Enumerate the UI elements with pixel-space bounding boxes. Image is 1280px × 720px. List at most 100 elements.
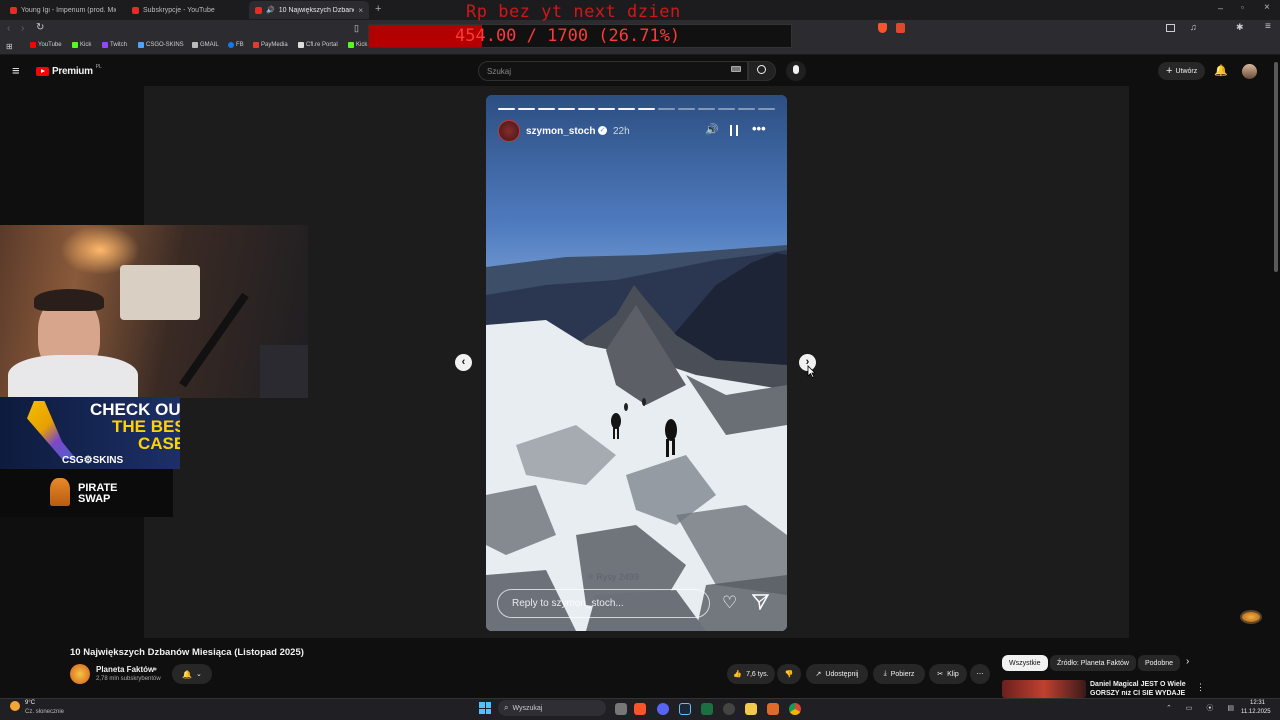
chrome-like-icon[interactable]: [789, 703, 801, 715]
back-icon[interactable]: ‹: [7, 23, 10, 34]
ad2-title-2: SWAP: [78, 493, 111, 505]
apps-grid-icon[interactable]: ⊞: [6, 42, 13, 51]
tab-active-video[interactable]: 🔊 10 Największych Dzbanów M... ×: [249, 1, 369, 19]
channel-avatar[interactable]: [70, 664, 90, 684]
story-reply-input[interactable]: Reply to szymon_stoch...: [497, 589, 710, 618]
speaker-icon: 🔊: [266, 7, 275, 14]
new-tab-icon[interactable]: +: [375, 3, 381, 15]
story-progress-segment: [658, 108, 675, 110]
file-explorer-icon[interactable]: [745, 703, 757, 715]
story-progress-segment: [518, 108, 535, 110]
share-label: Udostępnij: [825, 670, 859, 678]
more-options-icon[interactable]: •••: [752, 121, 766, 136]
youtube-logo[interactable]: Premium PL: [36, 64, 102, 77]
channel-name[interactable]: Planeta Faktów: [96, 665, 154, 674]
recommended-title-line1[interactable]: Daniel Magical JEST O Wiele: [1090, 681, 1186, 688]
bookmark-csgo-skins[interactable]: CSGO-SKINS: [138, 42, 184, 48]
story-username[interactable]: szymon_stoch: [526, 126, 595, 137]
recommended-more-icon[interactable]: ⋮: [1196, 682, 1205, 693]
bookmark-fb[interactable]: FB: [228, 42, 244, 48]
maximize-icon[interactable]: ▫: [1241, 3, 1244, 12]
menu-icon[interactable]: ≡: [1265, 21, 1271, 32]
send-icon[interactable]: [752, 594, 769, 610]
plus-icon: +: [1166, 65, 1173, 77]
clock-time[interactable]: 12:31: [1250, 700, 1265, 706]
sidebar-icon[interactable]: [1166, 24, 1175, 32]
story-previous-button[interactable]: ‹: [455, 354, 472, 371]
bookmark-youtube[interactable]: YouTube: [30, 42, 62, 48]
notifications-bell-icon[interactable]: 🔔: [1214, 64, 1228, 77]
tab-label: 10 Największych Dzbanów M...: [278, 6, 355, 14]
recommended-title-line2[interactable]: GORSZY niż CI SIE WYDAJE: [1090, 690, 1185, 698]
forward-icon[interactable]: ›: [21, 23, 24, 34]
chips-next-icon[interactable]: ›: [1186, 656, 1189, 667]
story-progress-segment: [678, 108, 695, 110]
webcam-desk: [260, 345, 308, 398]
like-button[interactable]: 👍 7,6 tys.: [727, 664, 775, 684]
kick-icon: [348, 42, 354, 48]
clip-button[interactable]: ✂ Klip: [929, 664, 967, 684]
share-icon: ↗: [815, 671, 822, 678]
hamburger-menu-icon[interactable]: ≡: [12, 63, 20, 78]
notifications-subscribe-button[interactable]: 🔔 ⌄: [172, 664, 212, 684]
app-icon[interactable]: [723, 703, 735, 715]
dislike-button[interactable]: 👎: [777, 664, 801, 684]
clock-date[interactable]: 11.12.2025: [1241, 709, 1271, 715]
bookmark-page-icon[interactable]: ▯: [354, 23, 359, 34]
chip-related[interactable]: Podobne: [1138, 655, 1181, 671]
story-progress-segment: [698, 108, 715, 110]
pause-icon[interactable]: [730, 125, 738, 136]
bookmark-kick[interactable]: Kick: [72, 42, 91, 48]
page-scrollbar[interactable]: [1274, 62, 1278, 272]
close-window-icon[interactable]: ×: [1264, 2, 1270, 13]
tab-subscriptions[interactable]: Subskrypcje - YouTube: [126, 1, 244, 19]
music-icon[interactable]: ♫: [1190, 22, 1197, 32]
bookmark-portal[interactable]: Cfl.re Portal: [298, 42, 338, 48]
like-heart-icon[interactable]: ♡: [722, 593, 737, 613]
reload-icon[interactable]: ↻: [36, 22, 44, 33]
tab-young-igi[interactable]: Young Igi - Imperium (prod. Michał ...: [4, 1, 122, 19]
obs-or-app-icon[interactable]: [767, 703, 779, 715]
story-age: 22h: [613, 126, 630, 137]
chip-from-channel[interactable]: Źródło: Planeta Faktów: [1050, 655, 1136, 671]
story-progress-segment: [538, 108, 555, 110]
weather-desc[interactable]: Cz. słonecznie: [25, 709, 64, 715]
start-windows-icon[interactable]: [479, 702, 491, 714]
youtube-logo-text: Premium: [52, 66, 93, 77]
channel-watermark-icon[interactable]: [1242, 612, 1260, 622]
close-tab-icon[interactable]: ×: [358, 6, 363, 15]
extensions-icon[interactable]: ✱: [1236, 22, 1244, 33]
task-view-icon[interactable]: [615, 703, 627, 715]
minimize-icon[interactable]: –: [1218, 3, 1223, 13]
steam-icon[interactable]: [679, 703, 691, 715]
volume-icon[interactable]: 🔊: [705, 123, 719, 136]
search-input[interactable]: Szukaj: [478, 61, 748, 81]
bookmark-kick-2[interactable]: Kick: [348, 42, 367, 48]
bookmark-paymedia[interactable]: PayMedia: [253, 42, 288, 48]
more-actions-button[interactable]: ⋯: [970, 664, 990, 684]
recommended-thumbnail[interactable]: [1002, 680, 1086, 698]
bookmark-twitch[interactable]: Twitch: [102, 42, 127, 48]
search-button[interactable]: [748, 61, 776, 81]
excel-icon[interactable]: [701, 703, 713, 715]
brave-rewards-icon[interactable]: [896, 23, 905, 33]
keyboard-icon[interactable]: [731, 66, 741, 72]
system-tray-icons[interactable]: ⌃ ▭ ⦿ ▤: [1166, 703, 1240, 713]
brave-shield-icon[interactable]: [878, 23, 887, 33]
video-title: 10 Największych Dzbanów Miesiąca (Listop…: [70, 647, 304, 658]
weather-temp[interactable]: 9°C: [25, 700, 35, 706]
mountain-snow-scene: [486, 245, 787, 631]
voice-search-button[interactable]: [786, 61, 806, 81]
share-button[interactable]: ↗ Udostępnij: [806, 664, 868, 684]
create-button[interactable]: + Utwórz: [1158, 62, 1206, 80]
weather-icon[interactable]: [10, 701, 20, 711]
chip-all[interactable]: Wszystkie: [1002, 655, 1048, 671]
story-user-avatar[interactable]: [498, 120, 520, 142]
avatar[interactable]: [1242, 64, 1257, 79]
download-button[interactable]: ⤓ Pobierz: [873, 664, 925, 684]
brave-browser-icon[interactable]: [634, 703, 646, 715]
bookmark-gmail[interactable]: GMAIL: [192, 42, 219, 48]
taskbar-search[interactable]: ⌕ Wyszukaj: [498, 700, 606, 716]
paymedia-icon: [253, 42, 259, 48]
discord-icon[interactable]: [657, 703, 669, 715]
